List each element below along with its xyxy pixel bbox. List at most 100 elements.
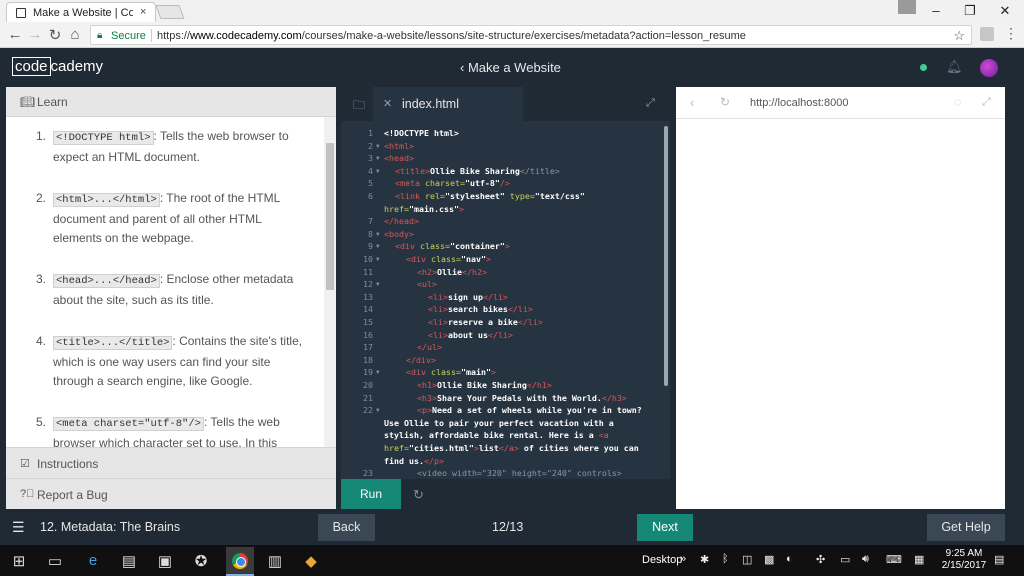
fold-arrow-icon[interactable]: ▼	[376, 231, 380, 238]
app-icon[interactable]: ✪	[190, 552, 212, 570]
code-line[interactable]: <p>Need a set of wheels while you're in …	[417, 405, 642, 415]
fold-arrow-icon[interactable]: ▼	[376, 168, 380, 175]
code-line[interactable]: find us.</p>	[384, 456, 444, 466]
edge-icon[interactable]: e	[82, 552, 104, 569]
code-line[interactable]: </ul>	[417, 342, 442, 352]
back-button[interactable]: Back	[318, 514, 375, 541]
instructions-toggle[interactable]: ☑ Instructions	[6, 447, 336, 478]
code-line[interactable]: <h2>Ollie</h2>	[417, 267, 487, 277]
learn-header[interactable]: 📖︎ Learn	[6, 87, 336, 117]
window-close-button[interactable]: ✕	[995, 3, 1015, 19]
fold-arrow-icon[interactable]: ▼	[376, 155, 380, 162]
file-explorer-icon[interactable]: ▤	[118, 552, 140, 570]
tray-icon-3[interactable]: ▩	[764, 553, 774, 566]
code-line[interactable]: </div>	[406, 355, 436, 365]
tab-close-icon[interactable]: ×	[140, 6, 146, 18]
reload-icon[interactable]: ↻	[46, 26, 64, 44]
code-line[interactable]: <ul>	[417, 279, 437, 289]
taskbar-app-icon[interactable]: ▥	[264, 552, 286, 570]
code-line[interactable]: </head>	[384, 216, 419, 226]
folder-icon[interactable]: 🗀	[353, 96, 365, 117]
show-more-icon[interactable]: »	[680, 553, 686, 565]
code-area[interactable]: 1 <!DOCTYPE html> 2 ▼ <html> 3 ▼ <head> 4 ▼ <title…	[341, 121, 663, 479]
action-center-icon[interactable]: ▤	[994, 553, 1004, 566]
fold-arrow-icon[interactable]: ▼	[376, 243, 380, 250]
tray-icon-2[interactable]: ◫	[742, 553, 752, 566]
code-line[interactable]: <meta charset="utf-8"/>	[395, 178, 510, 188]
editor-scroll-thumb[interactable]	[664, 126, 668, 386]
browser-tab[interactable]: Make a Website | Codecademy ×	[6, 2, 156, 22]
file-tab[interactable]: ✕ index.html	[373, 87, 523, 121]
preview-refresh-icon[interactable]: ↻	[720, 95, 730, 109]
learn-scroll-thumb[interactable]	[326, 143, 334, 290]
url-text[interactable]: https://www.codecademy.com/courses/make-…	[157, 30, 746, 42]
learn-scrollbar[interactable]	[324, 117, 336, 447]
code-line[interactable]: <link rel="stylesheet" type="text/css"	[395, 191, 585, 201]
fold-arrow-icon[interactable]: ▼	[376, 143, 380, 150]
back-arrow-icon[interactable]: ←	[6, 26, 24, 43]
code-line[interactable]: <li>search bikes</li>	[428, 304, 533, 314]
code-line[interactable]: Use Ollie to pair your perfect vacation …	[384, 418, 614, 428]
code-line[interactable]: <!DOCTYPE html>	[384, 128, 459, 138]
notification-bell-icon[interactable]: 🔔︎	[946, 59, 963, 75]
code-line[interactable]: <h1>Ollie Bike Sharing</h1>	[417, 380, 552, 390]
code-line[interactable]: <div class="container">	[395, 241, 510, 251]
minimize-button[interactable]: –	[926, 3, 946, 18]
code-line[interactable]: <title>Ollie Bike Sharing</title>	[395, 166, 560, 176]
forward-arrow-icon[interactable]: →	[26, 26, 44, 43]
code-line[interactable]: <video width="320" height="240" controls…	[417, 468, 622, 478]
reset-icon[interactable]: ↻	[413, 487, 424, 503]
taskbar-app-icon-2[interactable]: ◆	[300, 552, 322, 570]
code-line[interactable]: <li>about us</li>	[428, 330, 513, 340]
expand-preview-icon[interactable]: ⤢	[982, 96, 991, 109]
course-title-link[interactable]: ‹ Make a Website	[460, 60, 561, 75]
code-line[interactable]: <html>	[384, 141, 414, 151]
hamburger-menu-icon[interactable]: ☰	[12, 519, 25, 536]
home-icon[interactable]: ⌂	[66, 26, 84, 43]
extension-icon[interactable]	[980, 27, 994, 41]
keyboard-icon[interactable]: ⌨	[886, 553, 902, 566]
code-line[interactable]: <div class="nav">	[406, 254, 491, 264]
desktop-toolbar-label[interactable]: Desktop	[642, 554, 682, 566]
task-view-icon[interactable]: ▭	[44, 552, 66, 570]
system-clock[interactable]: 9:25 AM 2/15/2017	[940, 548, 988, 572]
fold-arrow-icon[interactable]: ▼	[376, 407, 380, 414]
report-bug-toggle[interactable]: ?⃝ Report a Bug	[6, 478, 336, 509]
code-line[interactable]: <li>sign up</li>	[428, 292, 508, 302]
new-tab-button[interactable]	[155, 5, 185, 19]
code-line[interactable]: <h3>Share Your Pedals with the World.</h…	[417, 393, 627, 403]
store-icon[interactable]: ▣	[154, 552, 176, 570]
profile-icon[interactable]	[898, 0, 916, 14]
power-icon[interactable]: ▭	[840, 553, 850, 566]
chrome-taskbar-button[interactable]	[226, 547, 254, 576]
editor-scrollbar[interactable]	[663, 121, 670, 479]
close-file-icon[interactable]: ✕	[383, 97, 392, 110]
bluetooth-icon[interactable]: ᛒ	[722, 553, 729, 565]
fold-arrow-icon[interactable]: ▼	[376, 369, 380, 376]
chrome-menu-icon[interactable]: ⋮	[1004, 25, 1018, 42]
code-line[interactable]: <head>	[384, 153, 414, 163]
fold-arrow-icon[interactable]: ▼	[376, 256, 380, 263]
codecademy-logo[interactable]: code cademy	[12, 57, 103, 76]
code-line[interactable]: href="cities.html">list</a> of cities wh…	[384, 443, 639, 453]
volume-icon[interactable]: 🔊︎	[862, 553, 869, 566]
lesson-name[interactable]: 12. Metadata: The Brains	[40, 520, 180, 534]
get-help-button[interactable]: Get Help	[927, 514, 1005, 541]
fold-arrow-icon[interactable]: ▼	[376, 281, 380, 288]
preview-url[interactable]: http://localhost:8000	[750, 97, 848, 109]
windows-start-icon[interactable]: ⊞	[8, 552, 30, 570]
avatar[interactable]	[980, 59, 998, 77]
next-button[interactable]: Next	[637, 514, 693, 541]
restore-button[interactable]: ❐	[960, 3, 980, 19]
code-line[interactable]: href="main.css">	[384, 204, 464, 214]
code-line[interactable]: <div class="main">	[406, 367, 496, 377]
omnibox[interactable]: 🔒︎ Secure https://www.codecademy.com/cou…	[90, 25, 972, 45]
code-line[interactable]: <li>reserve a bike</li>	[428, 317, 543, 327]
network-icon[interactable]: ▦	[914, 553, 924, 566]
tray-icon-4[interactable]: ◐	[786, 553, 793, 565]
preview-back-icon[interactable]: ‹	[690, 95, 694, 110]
expand-editor-icon[interactable]: ⤢	[646, 97, 655, 110]
code-line[interactable]: <body>	[384, 229, 414, 239]
tray-app-icon[interactable]: ✱	[700, 553, 709, 566]
bookmark-star-icon[interactable]: ☆	[953, 28, 965, 44]
